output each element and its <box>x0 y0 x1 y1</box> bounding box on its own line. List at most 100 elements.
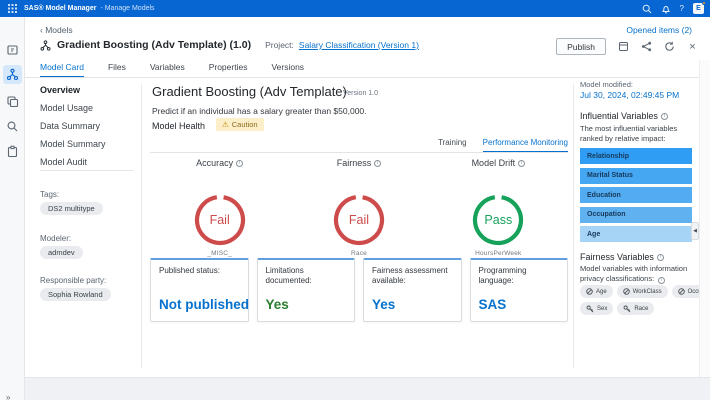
influential-bar: Occupation <box>580 207 692 223</box>
tab-bar: Model Card Files Variables Properties Ve… <box>40 62 304 78</box>
fairness-pill: WorkClass <box>617 285 668 298</box>
fairness-pill: Age <box>580 285 613 298</box>
info-icon[interactable]: i <box>658 277 665 284</box>
restricted-icon <box>586 288 593 295</box>
info-icon[interactable]: i <box>374 160 381 167</box>
tab-variables[interactable]: Variables <box>150 62 185 78</box>
info-icon[interactable]: i <box>236 160 243 167</box>
left-icon-rail: » <box>0 17 25 400</box>
help-icon[interactable]: ? <box>680 5 684 13</box>
restricted-icon <box>623 288 630 295</box>
fact-published-status: Published status: Not published <box>150 258 249 322</box>
accuracy-metric-label: _MISC_ <box>207 250 232 257</box>
influential-bar: Relationship <box>580 148 692 164</box>
model-drift-metric-label: HoursPerWeek <box>475 250 521 257</box>
fairness-pill: Race <box>617 302 654 315</box>
fairness-variables-desc: Model variables with information privacy… <box>580 264 698 284</box>
restricted-icon <box>678 288 685 295</box>
scrollbar-track[interactable] <box>699 60 710 377</box>
tabs-divider <box>25 77 710 78</box>
notifications-bell-icon[interactable] <box>661 4 671 14</box>
model-drift-gauge-ring: Pass <box>472 194 524 246</box>
user-avatar[interactable]: E <box>693 3 704 14</box>
model-health-label: Model Health <box>152 121 205 131</box>
tab-files[interactable]: Files <box>108 62 126 78</box>
fairness-pills-private: Sex Race <box>580 302 654 315</box>
influential-variables-desc: The most influential variables ranked by… <box>580 124 698 144</box>
subtab-performance-monitoring[interactable]: Performance Monitoring <box>483 138 568 153</box>
influential-bar: Education <box>580 187 692 203</box>
panel-collapse-handle[interactable]: ◀ <box>691 222 699 240</box>
tags-label: Tags: <box>40 190 59 199</box>
project-label: Project: <box>265 40 294 50</box>
page-title: Gradient Boosting (Adv Template) (1.0) <box>57 39 251 51</box>
info-icon[interactable]: i <box>661 113 668 120</box>
gauge-model-drift: Model Drift i Pass HoursPerWeek <box>429 158 568 257</box>
subtab-training[interactable]: Training <box>438 138 467 153</box>
model-modified-label: Model modified: <box>580 80 633 89</box>
projects-copy-icon[interactable] <box>6 95 19 108</box>
close-icon[interactable]: × <box>687 41 698 52</box>
private-key-icon <box>623 305 631 313</box>
back-chevron-icon: ‹ <box>40 25 43 35</box>
modeler-chip: admdev <box>40 246 83 259</box>
search-icon[interactable] <box>642 4 652 14</box>
project-link[interactable]: Salary Classification (Version 1) <box>299 40 419 50</box>
model-node-icon <box>40 40 51 51</box>
info-icon[interactable]: i <box>657 254 664 261</box>
report-panel-icon[interactable] <box>618 41 629 52</box>
tag-chip: DS2 multitype <box>40 202 103 215</box>
info-icon[interactable]: i <box>518 160 525 167</box>
gauge-accuracy: Accuracy i Fail _MISC_ <box>150 158 289 257</box>
fairness-variables-title: Fairness Variables i <box>580 252 664 262</box>
explore-search-icon[interactable] <box>6 120 19 133</box>
nav-item-model-summary[interactable]: Model Summary <box>40 138 106 151</box>
tasks-clipboard-icon[interactable] <box>6 145 19 158</box>
breadcrumb[interactable]: ‹ Models <box>40 25 73 35</box>
version-label: Version 1.0 <box>343 90 378 97</box>
app-header-bar: SAS® Model Manager - Manage Models ? E <box>0 0 710 17</box>
overview-model-title: Gradient Boosting (Adv Template) <box>152 84 347 99</box>
tab-properties[interactable]: Properties <box>209 62 248 78</box>
nav-item-model-audit[interactable]: Model Audit <box>40 156 106 169</box>
app-window: SAS® Model Manager - Manage Models ? E <box>0 0 710 400</box>
publish-button[interactable]: Publish <box>556 38 606 55</box>
responsible-party-chip: Sophia Rowland <box>40 288 111 301</box>
fact-cards: Published status: Not published Limitati… <box>150 258 568 322</box>
modeler-label: Modeler: <box>40 234 71 243</box>
rail-expand-icon[interactable]: » <box>6 393 10 400</box>
models-icon[interactable] <box>6 68 19 81</box>
apps-grid-icon[interactable] <box>8 4 17 13</box>
gauge-row: Accuracy i Fail _MISC_ Fairness i Fail <box>150 158 568 257</box>
warning-icon: ⚠ <box>222 121 229 129</box>
monitoring-subtabs: Training Performance Monitoring <box>438 138 568 153</box>
bottom-strip <box>25 377 710 400</box>
share-icon[interactable] <box>641 41 652 52</box>
nav-item-model-usage[interactable]: Model Usage <box>40 102 106 115</box>
fact-limitations-documented: Limitations documented: Yes <box>257 258 356 322</box>
refresh-icon[interactable] <box>664 41 675 52</box>
accuracy-gauge-ring: Fail <box>194 194 246 246</box>
left-panel-divider <box>141 84 142 368</box>
influential-variables-chart: Relationship Marital Status Education Oc… <box>580 148 692 242</box>
nav-item-data-summary[interactable]: Data Summary <box>40 120 106 133</box>
model-description: Predict if an individual has a salary gr… <box>152 106 367 116</box>
tab-versions[interactable]: Versions <box>271 62 304 78</box>
model-modified-value: Jul 30, 2024, 02:49:45 PM <box>580 90 679 100</box>
fairness-gauge-ring: Fail <box>333 194 385 246</box>
subtabs-divider <box>150 152 568 153</box>
recent-items-icon[interactable] <box>6 43 19 56</box>
tab-model-card[interactable]: Model Card <box>40 62 84 78</box>
app-subtitle: - Manage Models <box>100 5 154 12</box>
gauge-fairness: Fairness i Fail Race <box>289 158 428 257</box>
fact-programming-language: Programming language: SAS <box>470 258 569 322</box>
app-title: SAS® Model Manager <box>24 5 96 12</box>
influential-variables-title: Influential Variables i <box>580 111 668 121</box>
private-key-icon <box>586 305 594 313</box>
nav-divider <box>40 170 133 171</box>
notification-dot <box>702 1 706 5</box>
opened-items-link[interactable]: Opened items (2) <box>626 25 692 35</box>
fairness-pills-restricted: Age WorkClass Occupation <box>580 285 710 298</box>
influential-bar: Marital Status <box>580 168 692 184</box>
nav-item-overview[interactable]: Overview <box>40 84 106 97</box>
